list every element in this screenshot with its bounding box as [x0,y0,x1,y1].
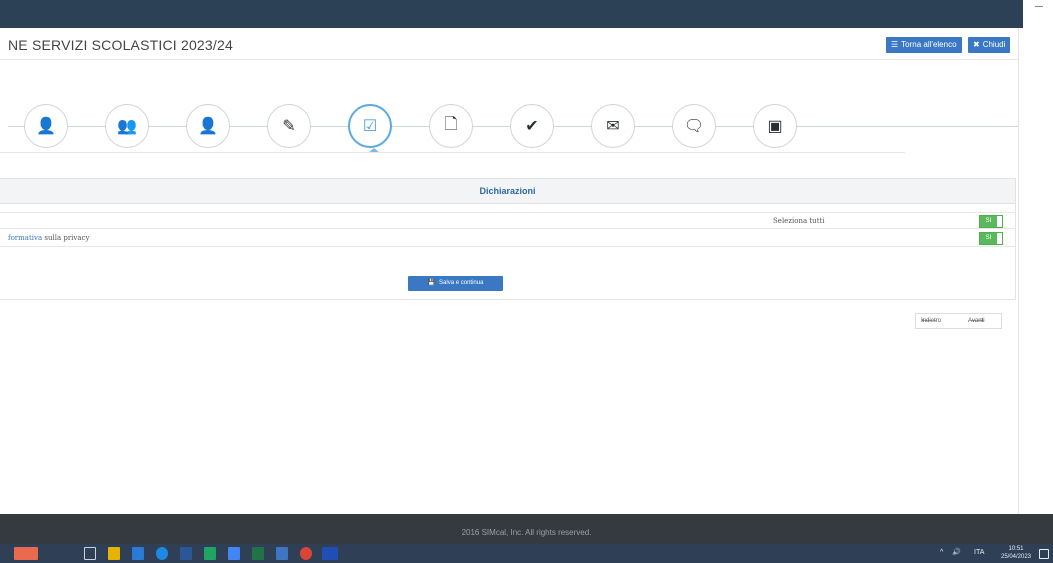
edge-icon[interactable] [156,547,168,560]
sheets-icon[interactable] [204,547,216,560]
page-title: NE SERVIZI SCOLASTICI 2023/24 [8,37,233,53]
minimize-icon [1035,6,1043,7]
clock-time: 10:51 [1008,546,1024,552]
declarations-panel: Dichiarazioni Seleziona tutti SI formati… [0,178,1016,300]
wizard-step[interactable]: 🗨 [672,104,716,148]
start-icon[interactable] [14,547,38,560]
volume-icon[interactable]: 🔊 [952,548,961,558]
list-icon: ☰ [891,40,899,49]
page-gutter [1018,28,1053,514]
envelope-icon: ✉ [606,118,620,135]
windows-taskbar: ^ 🔊 ITA 10:51 25/04/2023 [0,544,1053,563]
person-icon: 👤 [198,118,218,135]
wizard-step[interactable]: ✔ [510,104,554,148]
group-icon: 👥 [117,118,137,135]
word-icon[interactable] [180,547,192,560]
app-icon[interactable] [276,547,288,560]
mail-icon[interactable] [132,547,144,560]
wizard-step[interactable]: 👥 [105,104,149,148]
save-continue-button[interactable]: 💾 Salva e continua [408,276,503,291]
privacy-toggle[interactable]: SI [979,232,1003,245]
privacy-row: formativa sulla privacy SI [0,230,1016,247]
footer: 2016 SIMcal, Inc. All rights reserved. [0,514,1053,544]
clock[interactable]: 10:51 25/04/2023 [996,545,1036,561]
main-page: NE SERVIZI SCOLASTICI 2023/24 ☰ Torna all… [0,28,1018,514]
save-icon: 💾 [427,280,436,286]
excel-icon[interactable] [252,547,264,560]
file-icon: 🗋 [444,115,458,133]
close-icon: ✖ [973,40,980,49]
wizard-step[interactable]: 👤 [24,104,68,148]
file-explorer-icon[interactable] [108,547,120,560]
footer-copyright: 2016 SIMcal, Inc. All rights reserved. [461,528,592,537]
select-all-row: Seleziona tutti SI [0,212,1016,229]
privacy-link[interactable]: formativa [8,234,42,242]
task-view-icon[interactable] [84,547,96,560]
window-corner [1023,0,1053,28]
arrow-right-icon: 🡒 [968,318,985,324]
language-indicator[interactable]: ITA [974,548,984,558]
top-navbar [0,0,1053,28]
checkbox-icon: ☑ [362,118,378,135]
wizard-step[interactable]: ☑ [348,104,392,148]
wizard-step[interactable]: 🗋 [429,104,473,148]
notifications-icon[interactable] [1039,549,1049,559]
select-all-label: Seleziona tutti [773,217,825,225]
archive-icon: ▣ [767,118,783,135]
panel-title: Dichiarazioni [0,179,1015,204]
clock-date: 25/04/2023 [1000,554,1032,560]
wizard-navigation: 🡐 Indietro Avanti 🡒 [915,313,1002,329]
header-divider [0,59,1018,60]
toggle-on-label: SI [980,233,997,244]
tray-arrow-icon[interactable]: ^ [940,548,943,558]
privacy-label: formativa sulla privacy [8,234,90,242]
wizard-divider [0,152,905,153]
back-to-list-button[interactable]: ☰ Torna all'elenco [886,37,962,53]
active-app-icon[interactable] [322,547,338,560]
toggle-on-label: SI [980,216,997,227]
wizard-step[interactable]: ▣ [753,104,797,148]
pencil-icon: ✎ [282,118,296,135]
chrome-icon[interactable] [300,547,312,560]
select-all-toggle[interactable]: SI [979,215,1003,228]
wizard-step[interactable]: 👤 [186,104,230,148]
close-button[interactable]: ✖ Chiudi [968,37,1011,53]
user-icon: 👤 [36,118,56,135]
docs-icon[interactable] [228,547,240,560]
comment-icon: 🗨 [683,118,705,135]
wizard-step[interactable]: ✎ [267,104,311,148]
check-icon: ✔ [525,118,539,135]
wizard-step[interactable]: ✉ [591,104,635,148]
